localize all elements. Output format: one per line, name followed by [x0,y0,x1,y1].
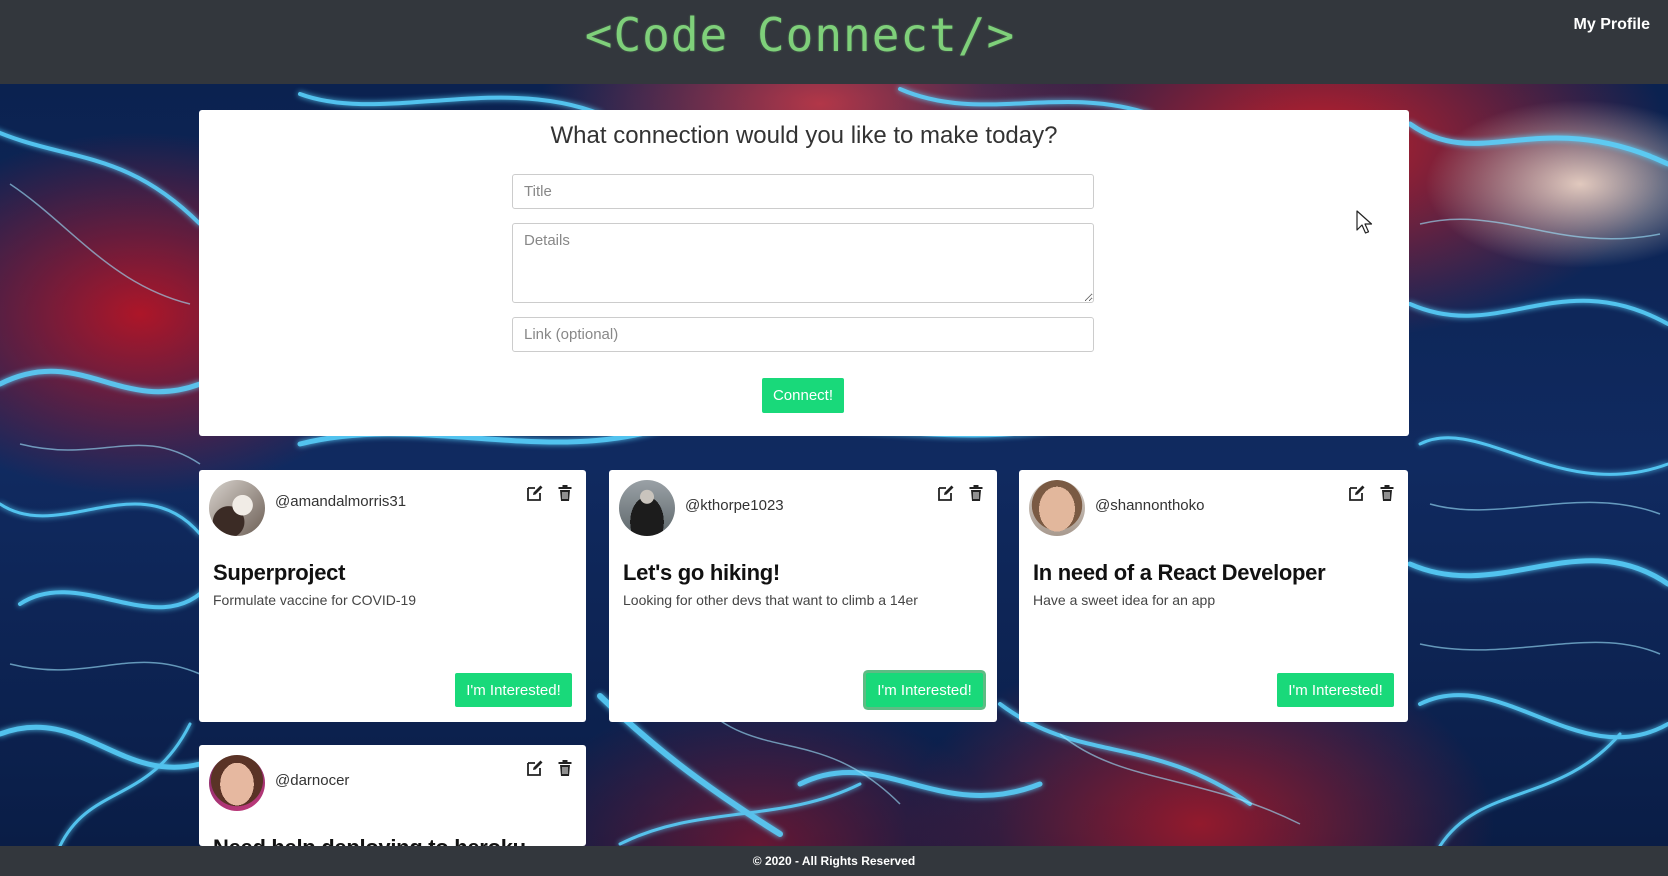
post-title: In need of a React Developer [1033,560,1326,585]
connection-form: What connection would you like to make t… [199,110,1409,436]
post-actions [526,484,574,502]
interested-button[interactable]: I'm Interested! [455,673,572,707]
avatar [209,480,265,536]
top-navbar: <Code Connect/> My Profile [0,0,1668,84]
avatar [209,755,265,811]
trash-icon[interactable] [556,484,574,502]
my-profile-link[interactable]: My Profile [1574,16,1650,34]
post-title: Need help deploying to heroku [213,835,526,846]
post-actions [937,484,985,502]
trash-icon[interactable] [1378,484,1396,502]
mouse-pointer-icon [1356,210,1373,234]
post-card: @darnocer Need help deploying to heroku [199,745,586,846]
trash-icon[interactable] [556,759,574,777]
form-heading: What connection would you like to make t… [550,122,1058,149]
trash-icon[interactable] [967,484,985,502]
link-input[interactable] [512,317,1094,352]
post-card: @amandalmorris31 Superproject Formulate … [199,470,586,722]
details-textarea[interactable] [512,223,1094,303]
page-footer: © 2020 - All Rights Reserved [0,846,1668,876]
edit-icon[interactable] [937,484,955,502]
post-username: @kthorpe1023 [685,497,784,514]
post-username: @shannonthoko [1095,497,1205,514]
post-actions [1348,484,1396,502]
title-input[interactable] [512,174,1094,209]
post-card: @kthorpe1023 Let's go hiking! Looking fo… [609,470,997,722]
post-description: Have a sweet idea for an app [1033,592,1216,608]
interested-button[interactable]: I'm Interested! [866,673,983,707]
post-actions [526,759,574,777]
post-username: @amandalmorris31 [275,493,407,510]
edit-icon[interactable] [526,484,544,502]
post-description: Formulate vaccine for COVID-19 [213,592,417,608]
post-title: Let's go hiking! [623,560,780,585]
edit-icon[interactable] [526,759,544,777]
edit-icon[interactable] [1348,484,1366,502]
post-username: @darnocer [275,772,350,789]
post-description: Looking for other devs that want to clim… [623,592,918,608]
brand-logo[interactable]: <Code Connect/> [0,8,1600,62]
avatar [1029,480,1085,536]
interested-button[interactable]: I'm Interested! [1277,673,1394,707]
avatar [619,480,675,536]
connect-button[interactable]: Connect! [762,378,844,413]
post-card: @shannonthoko In need of a React Develop… [1019,470,1408,722]
post-title: Superproject [213,560,346,585]
